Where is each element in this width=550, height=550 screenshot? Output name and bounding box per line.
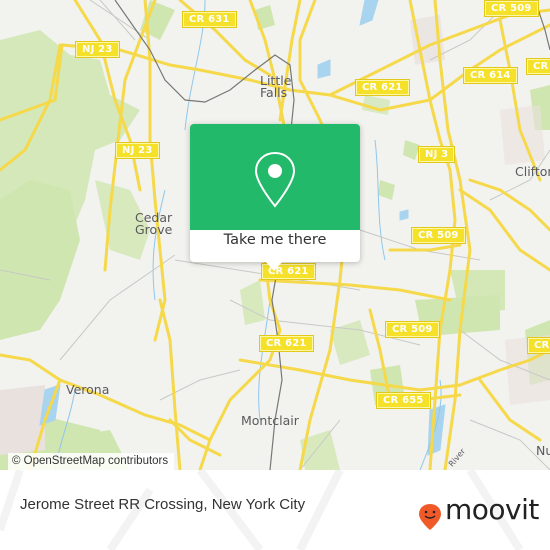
route-shield-nj23: NJ 23 bbox=[75, 41, 120, 58]
place-label-verona: Verona bbox=[66, 382, 110, 397]
place-label-clifton: Clifton bbox=[515, 164, 550, 179]
route-shield-partial: CR bbox=[525, 58, 550, 75]
route-shield-cr509: CR 509 bbox=[484, 0, 539, 17]
place-label-cedar-grove: Cedar Grove bbox=[135, 210, 173, 237]
take-me-there-button[interactable]: Take me there bbox=[190, 232, 360, 248]
route-shield-partial: CR bbox=[526, 337, 550, 354]
moovit-logo-icon bbox=[419, 504, 441, 530]
route-shield-cr509: CR 509 bbox=[385, 321, 440, 338]
place-label-nutley: Nu bbox=[536, 443, 550, 458]
popup-header bbox=[190, 124, 360, 230]
footer-bar: Jerome Street RR Crossing, New York City… bbox=[0, 470, 550, 550]
route-shield-nj23: NJ 23 bbox=[115, 142, 160, 159]
location-popup[interactable]: Take me there bbox=[190, 124, 360, 271]
route-shield-cr614: CR 614 bbox=[463, 67, 518, 84]
place-label-little-falls: Little Falls bbox=[260, 73, 292, 100]
location-title: Jerome Street RR Crossing, New York City bbox=[20, 496, 306, 513]
place-label-montclair: Montclair bbox=[241, 413, 299, 428]
map-view[interactable]: CR 631 CR 509 NJ 23 CR 614 CR 621 NJ 23 … bbox=[0, 0, 550, 470]
map-pin-icon bbox=[254, 151, 296, 208]
map-attribution[interactable]: © OpenStreetMap contributors bbox=[8, 453, 175, 470]
route-shield-cr655: CR 655 bbox=[376, 392, 431, 409]
moovit-brand-name: moovit bbox=[445, 493, 539, 526]
route-shield-cr621: CR 621 bbox=[355, 79, 410, 96]
route-shield-cr631: CR 631 bbox=[182, 11, 237, 28]
route-shield-cr509: CR 509 bbox=[411, 227, 466, 244]
route-shield-nj3: NJ 3 bbox=[417, 146, 456, 163]
popup-pointer bbox=[265, 261, 283, 271]
route-shield-cr621: CR 621 bbox=[259, 335, 314, 352]
